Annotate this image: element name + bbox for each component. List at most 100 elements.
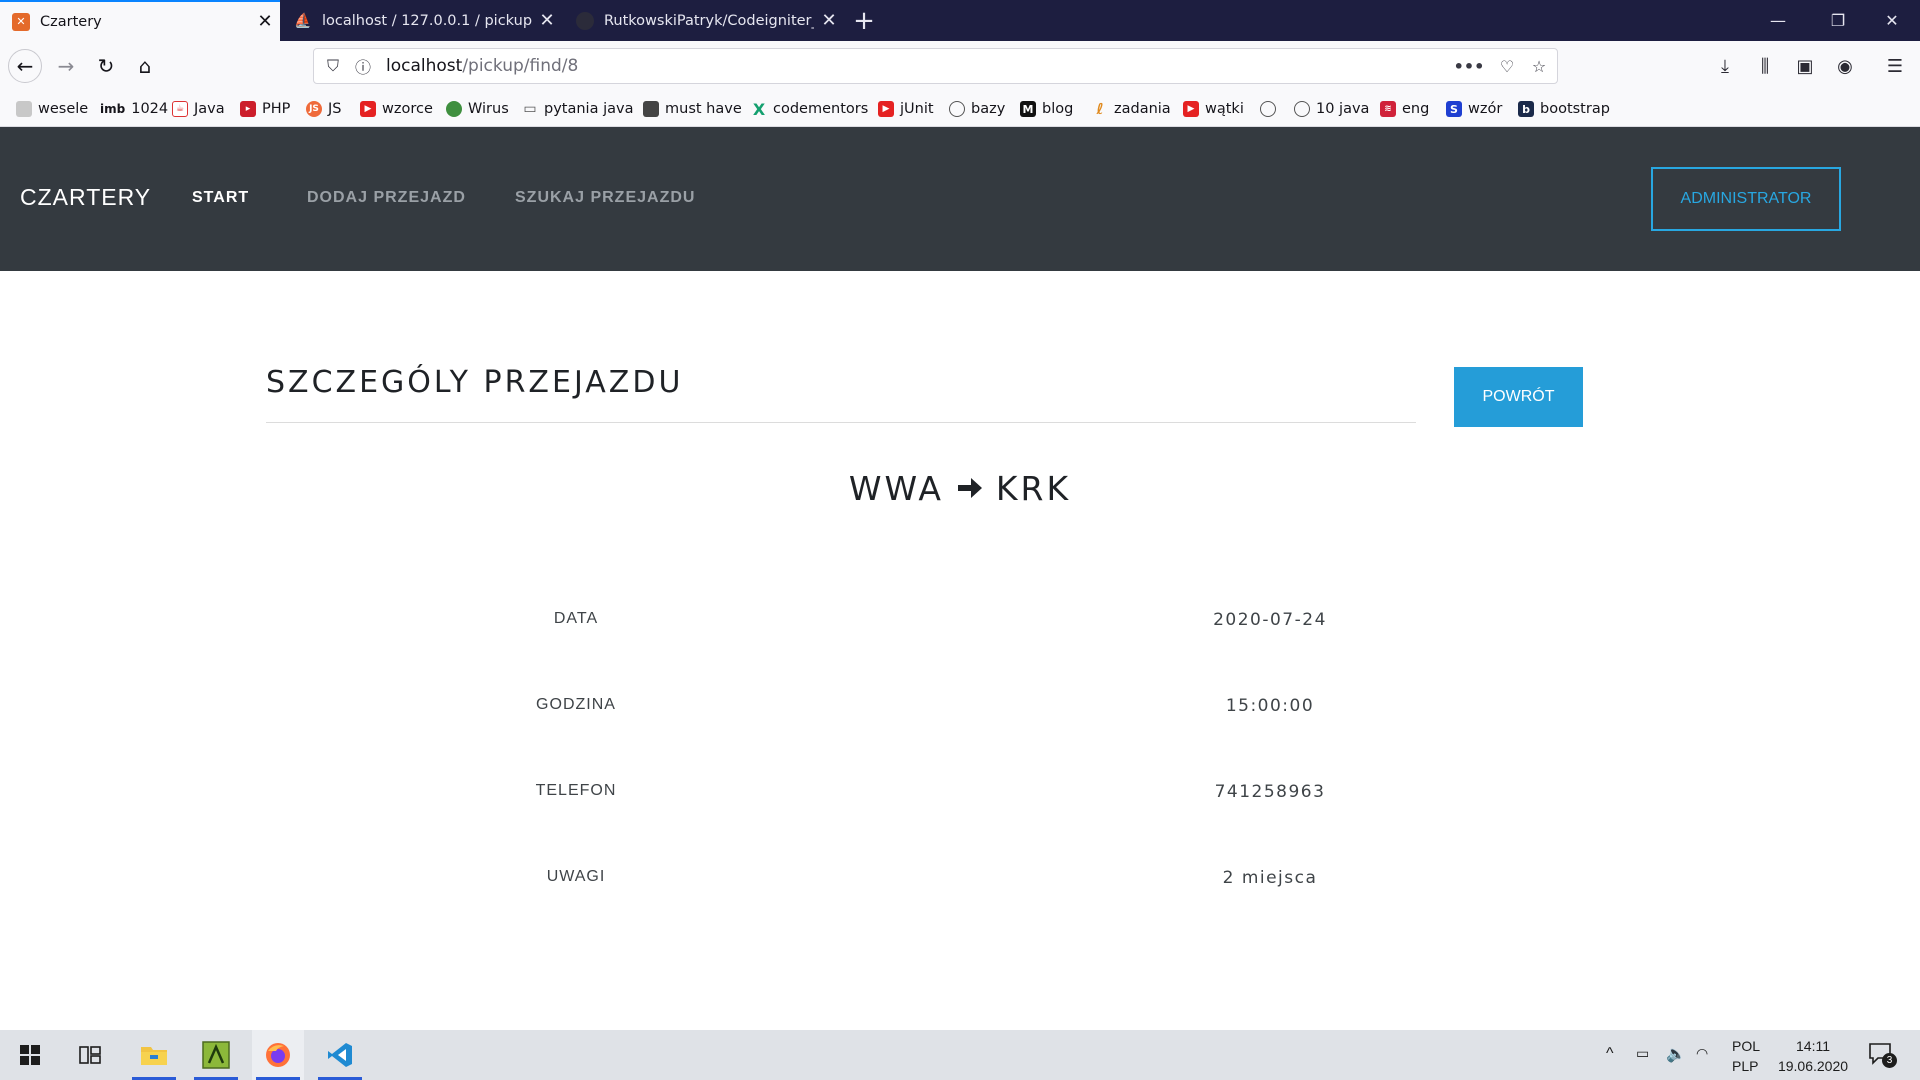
bookmark-eng[interactable]: ≋ eng [1380,99,1429,119]
volume-icon[interactable]: 🔈 [1666,1044,1686,1064]
page-title: SZCZEGÓLY PRZEJAZDU [266,365,684,400]
notifications-icon[interactable]: 3 [1868,1042,1898,1068]
bookmark-bootstrap[interactable]: b bootstrap [1518,99,1610,119]
detail-label-telefon: TELEFON [535,782,617,799]
brand-logo[interactable]: CZARTERY [20,184,151,211]
vscode-icon[interactable] [314,1030,366,1080]
url-path: /pickup/find/8 [462,56,579,76]
folder-icon: ▭ [523,101,537,117]
bookmark-pytania-java[interactable]: ▭ pytania java [522,99,633,119]
detail-value-uwagi: 2 miejsca [1222,868,1318,888]
bookmark-bazy[interactable]: bazy [949,99,1005,119]
route-heading: WWA KRK [0,466,1920,510]
menu-hamburger-icon[interactable]: ☰ [1880,51,1910,81]
bookmark-star-icon[interactable]: ☆ [1524,49,1554,83]
bookmark-php[interactable]: ▸ PHP [240,99,290,119]
sidebar-icon[interactable]: ▣ [1790,51,1820,81]
github-favicon-icon [576,11,594,30]
bookmark-wzor[interactable]: Swzór [1446,99,1502,119]
pocket-icon[interactable]: ♡ [1492,49,1522,83]
bookmark-label: must have [665,101,742,117]
tray-chevron-up-icon[interactable]: ^ [1606,1045,1614,1063]
nav-dodaj-przejazd[interactable]: DODAJ PRZEJAZD [307,189,466,207]
url-bar[interactable]: ⛉ ⓘ localhost/pickup/find/8 ••• ♡ ☆ [313,48,1558,84]
clock-date: 19.06.2020 [1777,1058,1849,1074]
download-icon[interactable]: ⤓ [1710,51,1740,81]
close-icon[interactable]: ✕ [250,11,280,32]
bookmark-wirus[interactable]: Wirus [446,99,509,119]
nav-start[interactable]: START [192,189,249,207]
forward-arrow-icon[interactable]: → [49,49,83,83]
account-icon[interactable]: ◉ [1830,51,1860,81]
bookmark-codementors[interactable]: Xcodementors [751,99,868,119]
tab-github[interactable]: RutkowskiPatryk/Codeigniter_C ✕ [564,0,844,41]
url-text[interactable]: localhost/pickup/find/8 [386,56,578,76]
bookmark-must-have[interactable]: must have [643,99,742,119]
bookmark-label: wzór [1468,101,1503,117]
bookmark-1024[interactable]: imb 1024 [100,99,168,119]
bookmark-wesele[interactable]: wesele [16,99,88,119]
detail-label-data: DATA [553,610,599,627]
clock[interactable]: 14:11 19.06.2020 [1775,1038,1851,1074]
page-icon [16,101,32,117]
bookmark-blog[interactable]: Mblog [1020,99,1073,119]
bookmark-label: Wirus [468,101,509,117]
tab-phpmyadmin[interactable]: ⛵ localhost / 127.0.0.1 / pickup / ✕ [282,0,562,41]
xampp-icon[interactable] [190,1030,242,1080]
close-window-icon[interactable]: ✕ [1862,0,1920,41]
bookmark-label: 1024 [131,101,169,117]
php-icon: ▸ [240,101,256,117]
tab-title: RutkowskiPatryk/Codeigniter_C [604,12,814,29]
language-indicator[interactable]: POL PLP [1732,1038,1760,1074]
back-arrow-icon[interactable]: ← [8,49,42,83]
browser-tab-strip: ✕ Czartery ✕ ⛵ localhost / 127.0.0.1 / p… [0,0,1920,41]
restore-icon[interactable]: ❐ [1808,0,1868,41]
bookmark-label: zadania [1114,101,1171,117]
avatar-icon [643,101,659,117]
bookmark-watki[interactable]: ▶ wątki [1183,99,1244,119]
network-icon[interactable]: ◠ [1696,1045,1708,1062]
battery-icon[interactable]: ▭ [1636,1045,1649,1062]
java-icon: ☕ [172,101,188,117]
bookmark-label: blog [1042,101,1074,117]
bookmark-10-java[interactable]: 10 java [1294,99,1369,119]
bookmark-junit[interactable]: ▶ jUnit [878,99,934,119]
youtube-icon: ▶ [360,101,376,117]
close-icon[interactable]: ✕ [532,10,562,31]
bookmark-js[interactable]: JS JS [306,99,341,119]
xampp-favicon-icon: ✕ [12,12,30,31]
globe-icon [1260,101,1276,117]
close-icon[interactable]: ✕ [814,10,844,31]
library-icon[interactable]: ⫼ [1750,51,1780,81]
x-icon: X [752,99,766,119]
bookmark-java[interactable]: ☕ Java [172,99,225,119]
tab-czartery[interactable]: ✕ Czartery ✕ [0,0,280,41]
title-divider [266,422,1416,423]
new-tab-plus-icon[interactable]: + [848,0,880,41]
detail-value-godzina: 15:00:00 [1225,696,1315,716]
administrator-button[interactable]: ADMINISTRATOR [1651,167,1841,231]
bookmark-label: codementors [773,101,869,117]
arrow-right-icon [956,475,984,501]
detail-label-uwagi: UWAGI [546,868,606,885]
info-icon[interactable]: ⓘ [348,49,378,83]
imb-icon: imb [100,102,126,116]
bookmark-globe[interactable] [1260,99,1282,119]
home-icon[interactable]: ⌂ [128,49,162,83]
back-button[interactable]: POWRÓT [1454,367,1583,427]
reload-icon[interactable]: ↻ [89,49,123,83]
nav-szukaj-przejazdu[interactable]: SZUKAJ PRZEJAZDU [515,189,695,207]
task-view-icon[interactable] [64,1030,116,1080]
bookmark-label: Java [194,101,225,117]
tab-title: localhost / 127.0.0.1 / pickup / [322,12,532,29]
bookmark-zadania[interactable]: ℓ zadania [1092,99,1171,119]
page-actions-icon[interactable]: ••• [1454,49,1485,83]
tab-title: Czartery [40,13,102,30]
shield-icon[interactable]: ⛉ [318,49,348,83]
firefox-icon[interactable] [252,1030,304,1080]
start-icon[interactable] [4,1030,56,1080]
bookmark-wzorce[interactable]: ▶ wzorce [360,99,433,119]
file-explorer-icon[interactable] [128,1030,180,1080]
minimize-icon[interactable]: — [1748,0,1808,41]
bookmark-label: JS [328,101,342,117]
